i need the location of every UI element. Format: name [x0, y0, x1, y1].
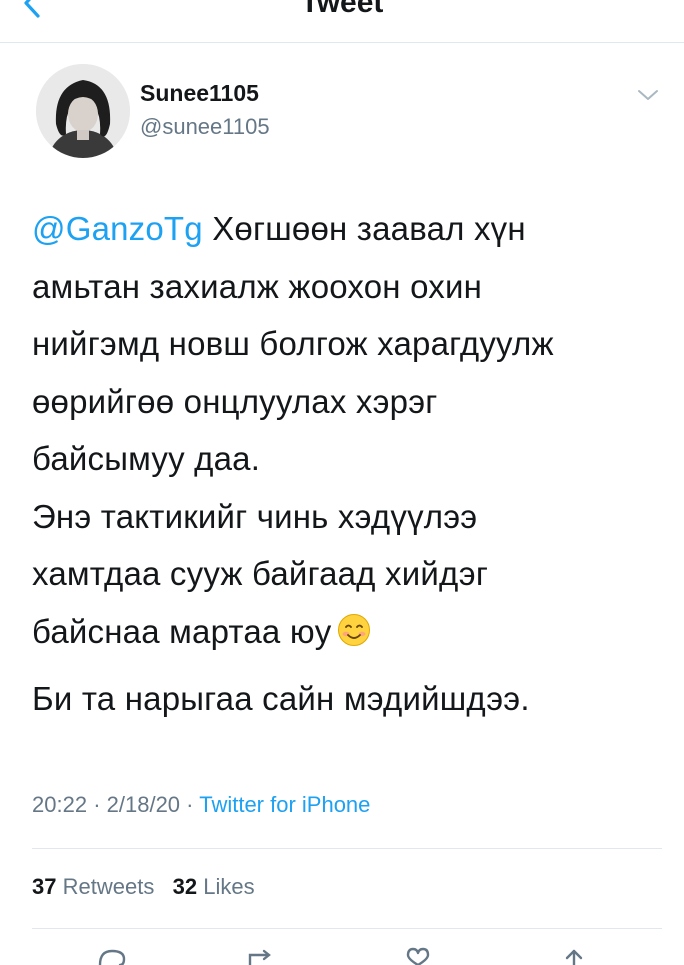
- meta-separator: ·: [186, 792, 194, 817]
- tweet-time: 20:22: [32, 792, 88, 817]
- divider: [32, 928, 662, 929]
- tweet-line: өөрийгөө онцлуулах хэрэг: [32, 382, 438, 420]
- tweet-line: Энэ тактикийг чинь хэдүүлээ: [32, 497, 478, 535]
- author-handle[interactable]: @sunee1105: [140, 114, 270, 140]
- likes-stat[interactable]: 32 Likes: [173, 874, 255, 899]
- retweets-count: 37: [32, 874, 57, 899]
- tweet-line: нийгэмд новш болгож харагдуулж: [32, 325, 554, 362]
- page-title: Tweet: [300, 0, 384, 19]
- share-icon[interactable]: [556, 945, 592, 965]
- tweet-stats: 37 Retweets 32 Likes: [32, 874, 255, 900]
- reply-icon[interactable]: [94, 945, 130, 965]
- tweet-line-text: байснаа мартаа юу: [32, 612, 332, 650]
- author-display-name[interactable]: Sunee1105: [140, 80, 259, 107]
- tweet-line: хамтдаа сууж байгаад хийдэг: [32, 555, 489, 592]
- tweet-metadata: 20:22 · 2/18/20 · Twitter for iPhone: [32, 792, 370, 818]
- tweet-line-text: Хөгшөөн заавал хүн: [202, 210, 526, 247]
- tweet-source-link[interactable]: Twitter for iPhone: [199, 792, 370, 817]
- retweets-label: Retweets: [62, 874, 155, 899]
- retweet-icon[interactable]: [244, 945, 280, 965]
- meta-separator: ·: [93, 792, 101, 817]
- tweet-line: байснаа мартаа юу: [32, 603, 662, 661]
- divider: [32, 848, 662, 849]
- like-icon[interactable]: [400, 945, 436, 965]
- mention-link[interactable]: @GanzoTg: [32, 210, 203, 247]
- tweet-line: амьтан захиалж жоохон охин: [32, 267, 483, 305]
- retweets-stat[interactable]: 37 Retweets: [32, 874, 154, 899]
- tweet-line: @GanzoTg Хөгшөөн заавал хүн: [32, 200, 662, 258]
- tweet-line: байсымуу даа.: [32, 440, 261, 477]
- top-nav-bar: Tweet: [0, 0, 684, 43]
- avatar[interactable]: [36, 64, 130, 158]
- likes-count: 32: [172, 874, 198, 899]
- chevron-down-icon[interactable]: [636, 86, 660, 104]
- tweet-line: Би та нарыгаа сайн мэдийшдээ.: [32, 680, 530, 717]
- tweet-text: @GanzoTg Хөгшөөн заавал хүн амьтан захиа…: [32, 200, 662, 728]
- likes-label: Likes: [203, 874, 255, 899]
- tweet-date: 2/18/20: [106, 792, 181, 817]
- smiling-face-emoji-icon: [338, 613, 371, 646]
- avatar-photo: [36, 64, 130, 158]
